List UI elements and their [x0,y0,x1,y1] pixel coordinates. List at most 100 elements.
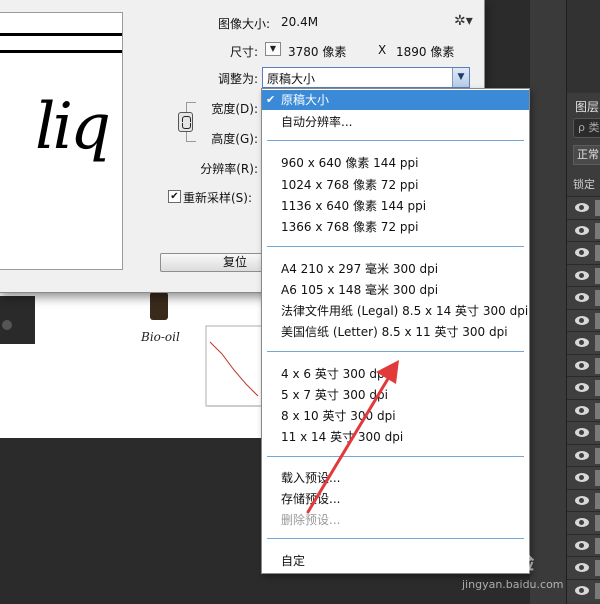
dimensions-width-value: 3780 像素 [288,45,347,59]
baidu-paw-icon [465,549,493,572]
layer-row[interactable] [567,398,600,421]
layer-thumbnail [595,290,600,306]
resample-checkbox[interactable]: ✔ [168,190,181,203]
dimensions-units-toggle[interactable]: ▼ [265,42,281,56]
visibility-eye-icon[interactable] [575,518,589,527]
visibility-eye-icon[interactable] [575,248,589,257]
watermark-brand: 经验 [496,552,535,574]
image-preview[interactable]: liq [0,12,123,270]
layer-row[interactable] [567,488,600,511]
layers-lock-label: 锁定 [573,178,595,191]
menu-separator [267,246,524,247]
menu-item-preset[interactable]: 8 x 10 英寸 300 dpi [262,406,529,426]
menu-separator [267,456,524,457]
layers-panel: 图层 ρ 类 正常 锁定 [566,0,600,604]
document-photo-thumbnail [0,296,35,344]
visibility-eye-icon[interactable] [575,270,589,280]
layer-thumbnail [595,425,600,441]
visibility-eye-icon[interactable] [575,315,589,325]
layers-panel-header-area [567,0,600,93]
dimensions-label: 尺寸: [229,45,258,59]
menu-item-original-size[interactable]: ✔ 原稿大小 [262,90,529,110]
fit-to-dropdown-menu: ✔ 原稿大小 自动分辨率... 960 x 640 像素 144 ppi 102… [261,88,530,574]
layers-filter-input[interactable]: ρ 类 [573,118,600,138]
dimensions-separator: X [378,43,387,57]
layer-row[interactable] [567,196,600,219]
visibility-eye-icon[interactable] [575,338,589,347]
menu-item-label: 原稿大小 [281,93,330,107]
layer-thumbnail [595,312,600,329]
layer-thumbnail [595,267,600,284]
chevron-down-icon[interactable]: ▼ [452,68,469,87]
visibility-eye-icon[interactable] [575,360,589,370]
resample-label[interactable]: 重新采样(S): [183,189,252,206]
workspace-gutter [530,0,570,604]
layer-row[interactable] [567,286,600,309]
checkmark-icon: ✔ [266,93,276,106]
menu-item-preset[interactable]: 1366 x 768 像素 72 ppi [262,217,529,237]
menu-item-save-preset[interactable]: 存储预设... [262,489,529,509]
preview-rule-line [0,33,122,36]
image-size-label: 图像大小: [217,17,270,31]
menu-item-preset[interactable]: 11 x 14 英寸 300 dpi [262,427,529,447]
menu-item-load-preset[interactable]: 载入预设... [262,468,529,488]
blend-mode-select[interactable]: 正常 [573,145,600,165]
visibility-eye-icon[interactable] [575,428,589,437]
resolution-label: 分辨率(R): [200,162,258,176]
visibility-eye-icon[interactable] [575,293,589,302]
menu-item-preset[interactable]: 法律文件用纸 (Legal) 8.5 x 14 英寸 300 dpi [262,301,529,321]
visibility-eye-icon[interactable] [575,405,589,415]
layer-thumbnail [595,470,600,486]
layer-thumbnail [595,447,600,464]
layer-row[interactable] [567,443,600,466]
fit-to-selected-value: 原稿大小 [267,72,316,86]
layers-panel-title[interactable]: 图层 [575,98,599,115]
visibility-eye-icon[interactable] [575,450,589,460]
menu-item-preset[interactable]: A4 210 x 297 毫米 300 dpi [262,259,529,279]
layer-thumbnail [595,200,600,216]
layer-thumbnail [595,380,600,396]
visibility-eye-icon[interactable] [575,203,589,212]
menu-item-preset[interactable]: 4 x 6 英寸 300 dpi [262,364,529,384]
layer-thumbnail [595,402,600,419]
fit-to-select[interactable]: 原稿大小 ▼ [262,67,470,88]
layer-thumbnail [595,245,600,261]
menu-item-delete-preset: 删除预设... [281,513,341,527]
layer-row[interactable] [567,353,600,376]
preview-text: liq [35,90,111,164]
layer-row[interactable] [567,421,600,444]
menu-item-preset[interactable]: A6 105 x 148 毫米 300 dpi [262,280,529,300]
layer-row[interactable] [567,218,600,241]
height-label: 高度(G): [211,132,258,146]
layer-thumbnail [595,357,600,374]
layer-row[interactable] [567,263,600,286]
menu-item-preset[interactable]: 960 x 640 像素 144 ppi [262,153,529,173]
dimensions-height-value: 1890 像素 [396,45,455,59]
menu-separator [267,538,524,539]
layer-row[interactable] [567,466,600,489]
link-icon[interactable] [178,112,193,132]
layer-row[interactable] [567,331,600,354]
layer-row[interactable] [567,308,600,331]
menu-separator [267,351,524,352]
document-mini-plot [205,325,265,407]
layer-thumbnail [595,515,600,531]
layer-thumbnail [595,335,600,351]
menu-item-preset[interactable]: 1136 x 640 像素 144 ppi [262,196,529,216]
menu-item-preset[interactable]: 1024 x 768 像素 72 ppi [262,175,529,195]
layer-row[interactable] [567,241,600,264]
menu-item-preset[interactable]: 5 x 7 英寸 300 dpi [262,385,529,405]
menu-item-preset[interactable]: 美国信纸 (Letter) 8.5 x 11 英寸 300 dpi [262,322,529,342]
width-label: 宽度(D): [211,102,258,116]
gear-icon[interactable]: ✲▾ [454,12,473,30]
visibility-eye-icon[interactable] [575,495,589,505]
visibility-eye-icon[interactable] [575,383,589,392]
layer-row[interactable] [567,511,600,534]
bio-oil-bottle-image [150,287,168,320]
layer-row[interactable] [567,376,600,399]
visibility-eye-icon[interactable] [575,225,589,235]
visibility-eye-icon[interactable] [575,473,589,482]
preview-rule-line [0,50,122,53]
layer-thumbnail [595,492,600,509]
menu-item-auto-resolution[interactable]: 自动分辨率... [262,112,529,132]
